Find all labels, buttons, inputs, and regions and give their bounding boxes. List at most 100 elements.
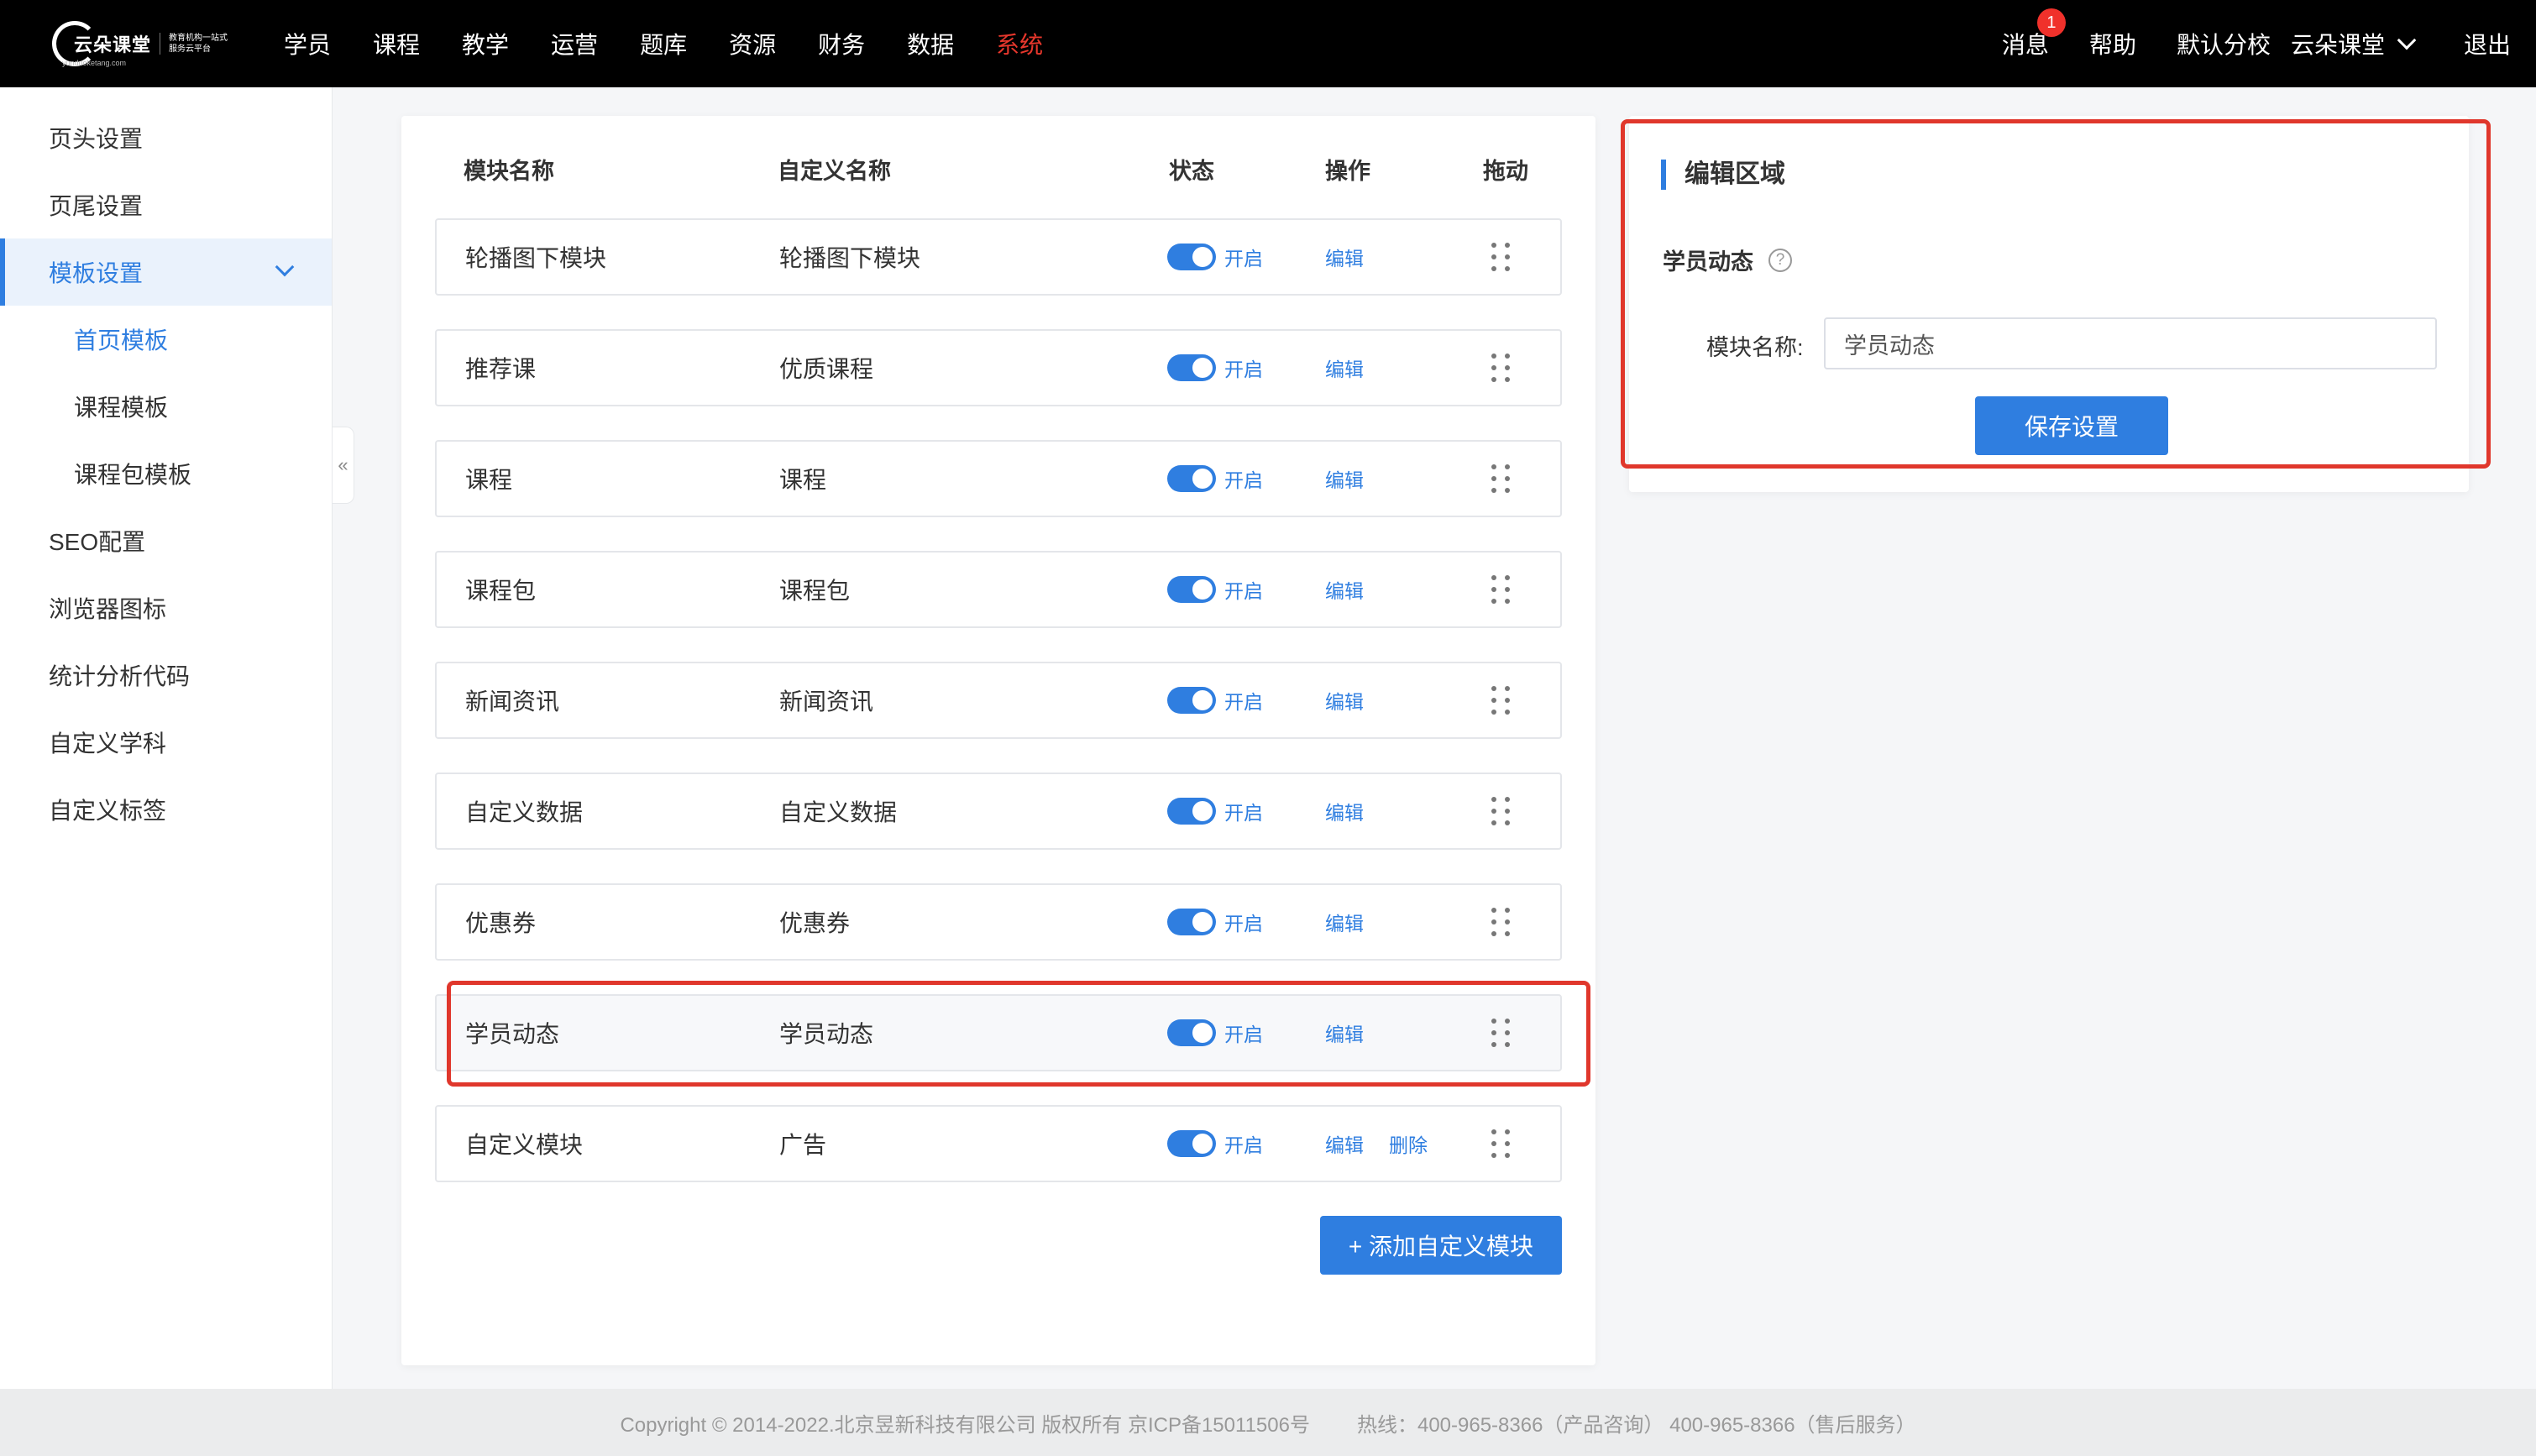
status-toggle[interactable] <box>1167 798 1216 825</box>
status-toggle-group: 开启 <box>1167 996 1263 1070</box>
drag-handle[interactable] <box>1491 331 1510 405</box>
row-module-name: 自定义模块 <box>465 1132 584 1158</box>
status-label: 开启 <box>1224 359 1263 380</box>
drag-handle[interactable] <box>1491 663 1510 737</box>
nav-finance[interactable]: 财务 <box>818 27 865 60</box>
drag-dots-icon <box>1491 797 1510 825</box>
drag-handle[interactable] <box>1491 1107 1510 1181</box>
status-toggle[interactable] <box>1167 465 1216 492</box>
footer-copyright: Copyright © 2014-2022.北京昱新科技有限公司 版权所有 京I… <box>620 1413 1310 1437</box>
row-module-name: 轮播图下模块 <box>465 245 607 271</box>
sidebar-collapse-button[interactable]: « <box>333 427 354 504</box>
sidebar-item-custom-subject[interactable]: 自定义学科 <box>0 709 332 776</box>
edit-link[interactable]: 编辑 <box>1325 1019 1364 1047</box>
branch-link[interactable]: 默认分校 <box>2177 27 2271 60</box>
drag-handle[interactable] <box>1491 885 1510 959</box>
row-custom-name: 课程 <box>779 467 827 493</box>
status-toggle-group: 开启 <box>1167 1107 1263 1181</box>
table-row: 自定义模块 广告 开启 编辑 删除 <box>435 1105 1562 1182</box>
edit-module-name: 学员动态 ? <box>1663 244 1792 276</box>
row-module-name: 推荐课 <box>465 356 537 382</box>
row-custom-name: 优惠券 <box>779 910 851 936</box>
status-toggle[interactable] <box>1167 1130 1216 1157</box>
row-module-name: 课程包 <box>465 578 537 604</box>
drag-handle[interactable] <box>1491 996 1510 1070</box>
status-label: 开启 <box>1224 580 1263 602</box>
sidebar-item-seo[interactable]: SEO配置 <box>0 507 332 574</box>
nav-operations[interactable]: 运营 <box>551 27 598 60</box>
sidebar-item-custom-tags[interactable]: 自定义标签 <box>0 776 332 843</box>
nav-courses[interactable]: 课程 <box>373 27 420 60</box>
org-dropdown[interactable]: 云朵课堂 <box>2291 27 2417 60</box>
table-row: 轮播图下模块 轮播图下模块 开启 编辑 <box>435 218 1562 296</box>
status-toggle-group: 开启 <box>1167 220 1263 294</box>
edit-link[interactable]: 编辑 <box>1325 1129 1364 1158</box>
drag-dots-icon <box>1491 686 1510 715</box>
edit-link[interactable]: 编辑 <box>1325 354 1364 382</box>
edit-link[interactable]: 编辑 <box>1325 464 1364 493</box>
messages-link[interactable]: 消息 1 <box>2002 8 2066 60</box>
drag-handle[interactable] <box>1491 442 1510 516</box>
drag-handle[interactable] <box>1491 220 1510 294</box>
drag-dots-icon <box>1491 575 1510 604</box>
status-toggle[interactable] <box>1167 576 1216 603</box>
col-custom-name: 自定义名称 <box>778 159 891 184</box>
status-toggle[interactable] <box>1167 687 1216 714</box>
sidebar-item-package-template[interactable]: 课程包模板 <box>0 440 332 507</box>
edit-panel-title: 编辑区域 <box>1661 160 1785 190</box>
edit-link[interactable]: 编辑 <box>1325 908 1364 936</box>
sidebar-item-template-settings[interactable]: 模板设置 <box>0 238 332 306</box>
row-custom-name: 广告 <box>779 1132 827 1158</box>
module-table-card: 模块名称 自定义名称 状态 操作 拖动 轮播图下模块 轮播图下模块 开启 编辑 推荐课优… <box>401 116 1595 1365</box>
add-custom-module-button[interactable]: + 添加自定义模块 <box>1320 1216 1562 1275</box>
help-link[interactable]: 帮助 <box>2089 27 2136 60</box>
chevron-down-icon <box>275 257 295 277</box>
status-toggle[interactable] <box>1167 1019 1216 1046</box>
row-actions: 编辑 <box>1325 553 1364 626</box>
module-name-input[interactable] <box>1824 317 2437 369</box>
row-actions: 编辑 <box>1325 663 1364 737</box>
status-label: 开启 <box>1224 913 1263 935</box>
nav-system[interactable]: 系统 <box>996 27 1043 60</box>
table-row: 新闻资讯 新闻资讯 开启 编辑 <box>435 662 1562 739</box>
main-nav: 学员 课程 教学 运营 题库 资源 财务 数据 系统 <box>284 0 1085 87</box>
status-toggle[interactable] <box>1167 244 1216 270</box>
nav-students[interactable]: 学员 <box>284 27 331 60</box>
row-custom-name: 新闻资讯 <box>779 689 874 715</box>
table-row: 课程 课程 开启 编辑 <box>435 440 1562 517</box>
edit-link[interactable]: 编辑 <box>1325 243 1364 271</box>
status-toggle[interactable] <box>1167 354 1216 381</box>
logout-link[interactable]: 退出 <box>2464 27 2511 60</box>
table-row: 课程包 课程包 开启 编辑 <box>435 551 1562 628</box>
drag-handle[interactable] <box>1491 553 1510 626</box>
row-module-name: 学员动态 <box>465 1021 560 1047</box>
save-settings-button[interactable]: 保存设置 <box>1975 396 2168 455</box>
delete-link[interactable]: 删除 <box>1389 1129 1428 1158</box>
nav-question-bank[interactable]: 题库 <box>640 27 687 60</box>
sidebar-item-footer-settings[interactable]: 页尾设置 <box>0 171 332 238</box>
nav-data[interactable]: 数据 <box>907 27 954 60</box>
edit-module-label: 学员动态 <box>1663 249 1753 275</box>
edit-link[interactable]: 编辑 <box>1325 797 1364 825</box>
status-toggle-group: 开启 <box>1167 331 1263 405</box>
status-label: 开启 <box>1224 469 1263 491</box>
nav-teaching[interactable]: 教学 <box>462 27 509 60</box>
row-actions: 编辑 <box>1325 774 1364 848</box>
sidebar-item-label: 模板设置 <box>49 260 144 286</box>
status-toggle[interactable] <box>1167 909 1216 935</box>
col-module-name: 模块名称 <box>464 159 554 184</box>
status-label: 开启 <box>1224 248 1263 270</box>
edit-link[interactable]: 编辑 <box>1325 686 1364 715</box>
footer: Copyright © 2014-2022.北京昱新科技有限公司 版权所有 京I… <box>0 1389 2536 1456</box>
drag-handle[interactable] <box>1491 774 1510 848</box>
sidebar-item-analytics-code[interactable]: 统计分析代码 <box>0 642 332 709</box>
edit-link[interactable]: 编辑 <box>1325 575 1364 604</box>
nav-resources[interactable]: 资源 <box>729 27 776 60</box>
sidebar-item-favicon[interactable]: 浏览器图标 <box>0 574 332 642</box>
sidebar-item-home-template[interactable]: 首页模板 <box>0 306 332 373</box>
sidebar-item-course-template[interactable]: 课程模板 <box>0 373 332 440</box>
sidebar-item-header-settings[interactable]: 页头设置 <box>0 104 332 171</box>
brand-logo[interactable]: 云朵课堂 教育机构一站式服务云平台 yunduoketang.com <box>52 18 245 69</box>
status-toggle-group: 开启 <box>1167 553 1263 626</box>
help-icon[interactable]: ? <box>1768 248 1792 272</box>
